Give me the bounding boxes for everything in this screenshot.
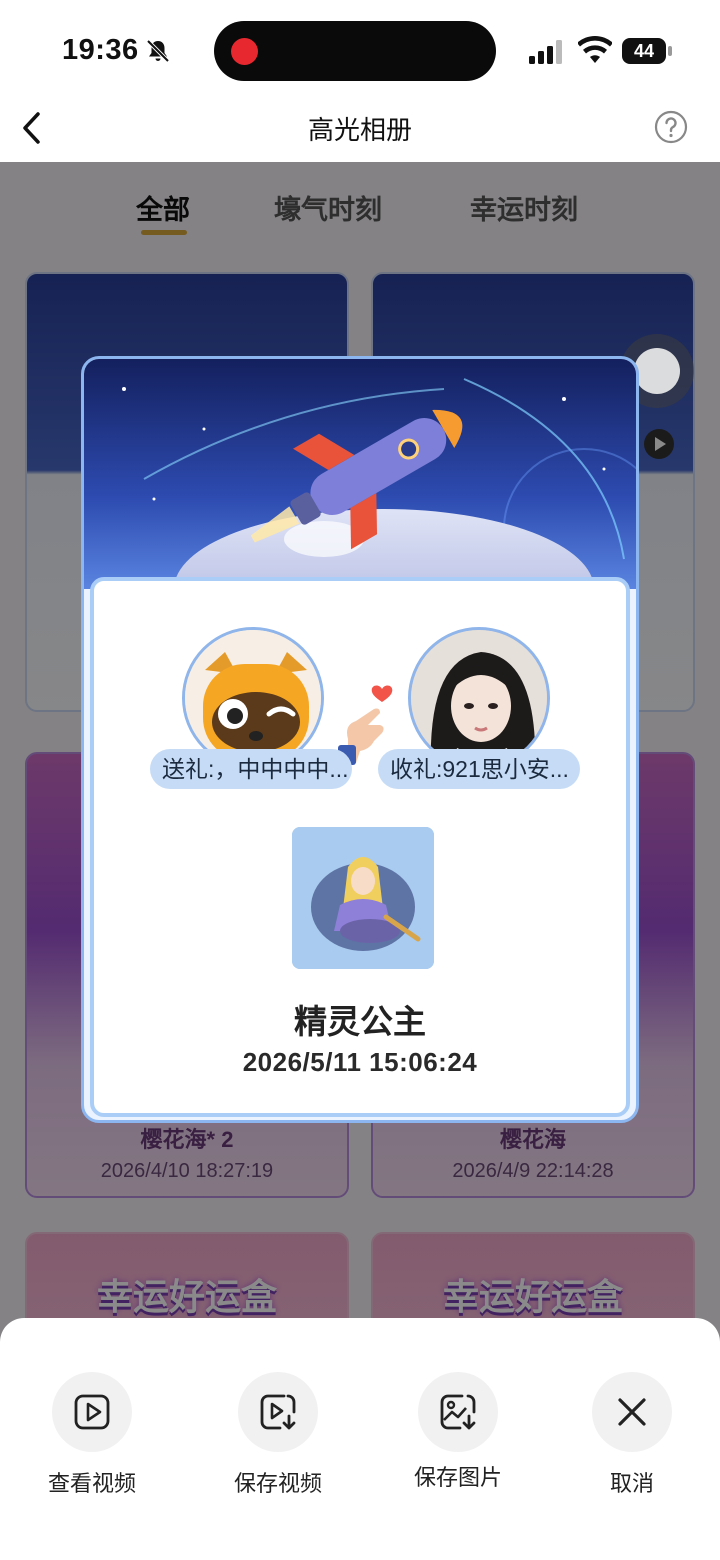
- battery-indicator: 44: [622, 38, 672, 64]
- save-image-button[interactable]: 保存图片: [378, 1372, 538, 1492]
- gift-name: 精灵公主: [294, 1003, 426, 1040]
- status-bar: 19:36 44: [0, 0, 720, 100]
- status-time: 19:36: [62, 34, 139, 66]
- gift-thumbnail: [292, 827, 434, 969]
- wifi-icon: [578, 36, 612, 63]
- gift-timestamp: 2026/5/11 15:06:24: [242, 1047, 478, 1077]
- save-video-button[interactable]: 保存视频: [198, 1372, 358, 1498]
- receiver-avatar[interactable]: [408, 627, 550, 769]
- cancel-button[interactable]: 取消: [552, 1372, 712, 1498]
- cancel-label: 取消: [609, 1471, 654, 1496]
- cellular-signal-icon: [529, 40, 562, 64]
- page-title: 高光相册: [307, 115, 412, 145]
- receiver-name-label: 收礼:921思小安...: [378, 749, 580, 789]
- rocket-banner-image: [84, 359, 636, 589]
- view-video-label: 查看视频: [47, 1471, 136, 1496]
- help-icon[interactable]: [654, 110, 688, 144]
- nav-bar: 高光相册: [0, 100, 720, 162]
- save-image-icon: [440, 1394, 476, 1430]
- save-video-icon: [260, 1394, 296, 1430]
- bell-muted-icon: [146, 39, 170, 63]
- sender-avatar[interactable]: [182, 627, 324, 769]
- sender-name-label: 送礼:，中中中中...: [150, 749, 352, 789]
- save-image-label: 保存图片: [413, 1465, 502, 1490]
- gift-record-card: 送礼:，中中中中... 收礼:921思小安... 精灵公主 2026/5/11 …: [90, 577, 630, 1117]
- play-video-icon: [74, 1394, 110, 1430]
- view-video-button[interactable]: 查看视频: [12, 1372, 172, 1498]
- recording-indicator: [231, 38, 258, 65]
- elf-princess-gift-icon: [292, 827, 434, 969]
- highlight-popup: 送礼:，中中中中... 收礼:921思小安... 精灵公主 2026/5/11 …: [81, 356, 639, 1123]
- battery-level: 44: [622, 38, 666, 64]
- save-video-label: 保存视频: [233, 1471, 322, 1496]
- action-sheet: 查看视频 保存视频 保存图片 取消: [0, 1318, 720, 1560]
- close-icon: [618, 1398, 646, 1426]
- dynamic-island: [214, 21, 496, 81]
